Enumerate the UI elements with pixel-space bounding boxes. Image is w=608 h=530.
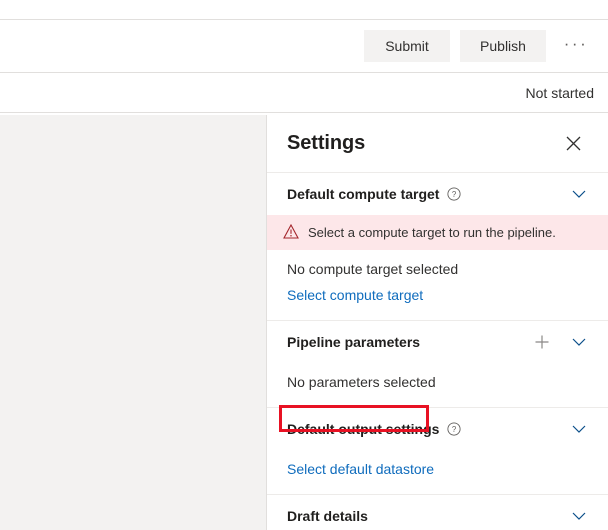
- chevron-down-icon[interactable]: [566, 503, 592, 529]
- help-icon[interactable]: ?: [447, 187, 462, 201]
- svg-text:?: ?: [452, 190, 457, 199]
- chevron-down-icon[interactable]: [566, 329, 592, 355]
- no-compute-target-text: No compute target selected: [287, 261, 459, 277]
- section-title: Default output settings: [287, 421, 440, 437]
- more-options-icon[interactable]: ···: [554, 30, 598, 62]
- body-area: Settings Default compute target ? Select…: [0, 115, 608, 530]
- command-toolbar: Submit Publish ···: [0, 20, 608, 73]
- warning-icon: [283, 223, 299, 242]
- pipeline-designer-window: Submit Publish ··· Not started Settings: [0, 0, 608, 530]
- compute-warning-banner: Select a compute target to run the pipel…: [267, 215, 608, 250]
- section-header-default-output-settings[interactable]: Default output settings ?: [267, 408, 608, 450]
- submit-button[interactable]: Submit: [364, 30, 450, 62]
- run-status-text: Not started: [525, 84, 594, 101]
- close-icon[interactable]: [558, 129, 588, 159]
- add-parameter-icon[interactable]: [530, 330, 554, 354]
- compute-target-body: No compute target selected Select comput…: [267, 250, 608, 432]
- section-default-output-settings: Default output settings ? Select default…: [267, 408, 608, 495]
- section-actions: [566, 181, 592, 207]
- section-header-pipeline-parameters[interactable]: Pipeline parameters: [267, 321, 608, 363]
- section-actions: [530, 329, 592, 355]
- section-header-default-compute-target[interactable]: Default compute target ?: [267, 173, 608, 215]
- section-draft-details: Draft details: [267, 495, 608, 530]
- status-bar: Not started: [0, 73, 608, 113]
- select-default-datastore-link[interactable]: Select default datastore: [287, 456, 434, 482]
- chevron-down-icon[interactable]: [566, 416, 592, 442]
- warning-text: Select a compute target to run the pipel…: [308, 225, 556, 240]
- chevron-down-icon[interactable]: [566, 181, 592, 207]
- section-default-compute-target: Default compute target ? Select a comput…: [267, 173, 608, 432]
- help-icon[interactable]: ?: [447, 422, 461, 436]
- section-title: Pipeline parameters: [287, 334, 421, 350]
- section-actions: [566, 503, 592, 529]
- section-title: Default compute target: [287, 186, 440, 202]
- pipeline-canvas[interactable]: [0, 115, 267, 530]
- settings-panel: Settings Default compute target ? Select…: [267, 115, 608, 530]
- section-header-draft-details[interactable]: Draft details: [267, 495, 608, 530]
- settings-panel-header: Settings: [267, 115, 608, 173]
- default-output-settings-body: Select default datastore: [267, 450, 608, 492]
- select-compute-target-link[interactable]: Select compute target: [287, 282, 423, 308]
- top-strip: [0, 0, 608, 20]
- svg-text:?: ?: [452, 425, 457, 434]
- section-actions: [566, 416, 592, 442]
- pipeline-parameters-body: No parameters selected: [267, 363, 608, 405]
- publish-button[interactable]: Publish: [460, 30, 546, 62]
- section-title: Draft details: [287, 508, 368, 524]
- no-parameters-text: No parameters selected: [287, 374, 436, 390]
- section-pipeline-parameters: Pipeline parameters No parameters select…: [267, 321, 608, 408]
- page-title: Settings: [287, 132, 366, 154]
